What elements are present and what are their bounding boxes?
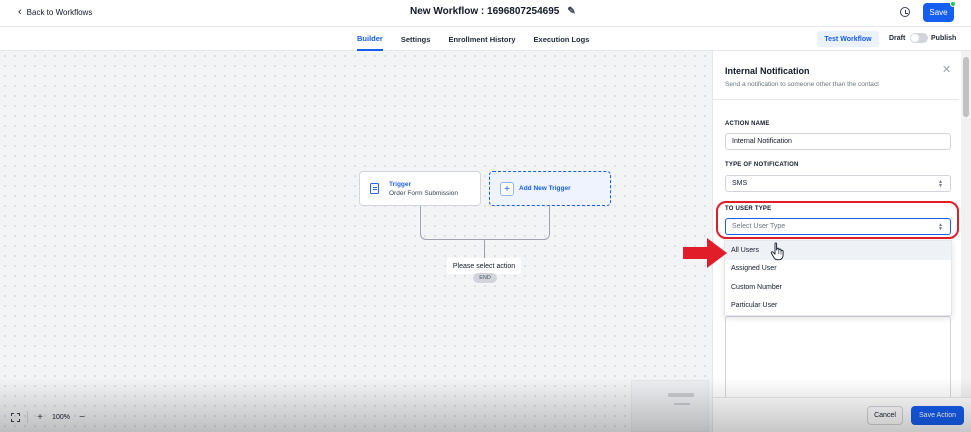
- top-bar: ‹ Back to Workflows New Workflow : 16968…: [0, 0, 971, 27]
- action-name-input[interactable]: Internal Notification: [725, 133, 951, 150]
- user-type-dropdown: All Users Assigned User Custom Number Pa…: [724, 240, 952, 316]
- notification-type-value: SMS: [732, 180, 748, 187]
- minimap-node: [668, 393, 694, 397]
- zoom-controls: + 100% −: [6, 408, 91, 426]
- panel-scrollbar-thumb[interactable]: [963, 57, 969, 117]
- notification-type-label: TYPE OF NOTIFICATION: [725, 162, 799, 168]
- divider: [713, 99, 959, 100]
- pencil-icon[interactable]: ✎: [567, 6, 575, 17]
- divider: [27, 411, 28, 423]
- add-trigger-label: Add New Trigger: [519, 185, 571, 192]
- draft-label: Draft: [889, 35, 906, 42]
- clipboard-icon: [370, 183, 379, 194]
- zoom-level: 100%: [52, 413, 70, 421]
- zoom-out-icon[interactable]: −: [73, 408, 91, 426]
- back-to-workflows-link[interactable]: ‹ Back to Workflows: [18, 6, 93, 18]
- save-button[interactable]: Save: [923, 3, 954, 22]
- back-label: Back to Workflows: [26, 7, 93, 17]
- select-action-tooltip[interactable]: Please select action: [447, 258, 521, 274]
- close-icon[interactable]: ✕: [942, 63, 951, 76]
- workflow-canvas[interactable]: Trigger Order Form Submission + Add New …: [0, 51, 712, 432]
- cancel-button[interactable]: Cancel: [867, 406, 903, 425]
- action-name-label: ACTION NAME: [725, 121, 770, 127]
- minimap-node: [674, 403, 690, 405]
- panel-subtitle: Send a notification to someone other tha…: [725, 81, 879, 88]
- trigger-node[interactable]: Trigger Order Form Submission: [359, 171, 481, 206]
- history-icon[interactable]: [900, 7, 910, 17]
- status-dot: [950, 1, 956, 7]
- trigger-connector: [420, 206, 550, 240]
- trigger-subtitle: Order Form Submission: [389, 190, 458, 197]
- option-custom-number[interactable]: Custom Number: [725, 278, 951, 297]
- plus-icon: +: [500, 182, 514, 196]
- trigger-title: Trigger: [389, 181, 412, 188]
- minimap[interactable]: [631, 380, 709, 432]
- action-name-value: Internal Notification: [732, 138, 792, 145]
- connector-line: [484, 240, 485, 260]
- test-workflow-button[interactable]: Test Workflow: [817, 31, 879, 47]
- select-arrows-icon: ▲ ▼: [938, 179, 943, 189]
- tab-builder[interactable]: Builder: [357, 27, 383, 51]
- tab-bar: Builder Settings Enrollment History Exec…: [0, 27, 971, 51]
- panel-title: Internal Notification: [725, 66, 810, 76]
- end-node: END: [473, 273, 497, 283]
- zoom-in-icon[interactable]: +: [31, 408, 49, 426]
- annotation-highlight: [716, 201, 959, 239]
- option-all-users[interactable]: All Users: [725, 241, 951, 260]
- add-new-trigger-node[interactable]: + Add New Trigger: [489, 171, 611, 206]
- fit-view-icon: [10, 412, 20, 422]
- option-assigned-user[interactable]: Assigned User: [725, 260, 951, 279]
- tab-list: Builder Settings Enrollment History Exec…: [357, 27, 607, 51]
- publish-label: Publish: [931, 35, 957, 42]
- chevron-left-icon: ‹: [18, 6, 22, 18]
- option-particular-user[interactable]: Particular User: [725, 297, 951, 316]
- red-arrow-icon: [683, 238, 727, 268]
- hand-cursor-icon: [770, 242, 784, 261]
- save-action-button[interactable]: Save Action: [911, 406, 964, 425]
- tab-enrollment-history[interactable]: Enrollment History: [448, 27, 515, 51]
- workflow-title: New Workflow : 1696807254695 ✎: [410, 6, 576, 17]
- message-textarea[interactable]: [725, 316, 951, 399]
- publish-toggle[interactable]: [910, 33, 928, 43]
- notification-type-select[interactable]: SMS ▲ ▼: [725, 175, 951, 192]
- tab-settings[interactable]: Settings: [401, 27, 431, 51]
- workflow-name: New Workflow : 1696807254695: [410, 6, 560, 17]
- panel-footer: Cancel Save Action: [713, 397, 971, 432]
- tab-execution-logs[interactable]: Execution Logs: [534, 27, 590, 51]
- fit-view-button[interactable]: [6, 408, 24, 426]
